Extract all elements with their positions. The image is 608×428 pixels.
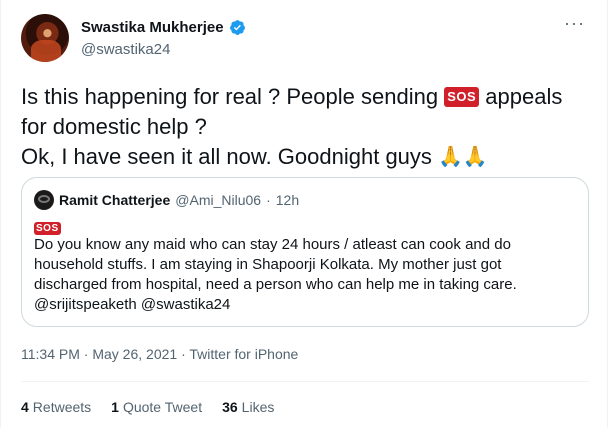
author-name[interactable]: Swastika Mukherjee: [81, 19, 224, 36]
quoted-tweet[interactable]: Ramit Chatterjee @Ami_Nilu06 · 12h SOS D…: [21, 177, 589, 327]
tweet-card: Swastika Mukherjee @swastika24 ··· Is th…: [0, 0, 608, 428]
quoted-sos-emoji-icon: SOS: [34, 222, 61, 235]
verified-badge-icon: [229, 20, 245, 35]
retweets-link[interactable]: 4 Retweets: [21, 399, 91, 415]
meta-separator: ·: [177, 346, 190, 362]
meta-separator: ·: [79, 346, 93, 362]
tweet-text-line1-end: appeals: [479, 84, 563, 109]
author-name-row: Swastika Mukherjee: [81, 19, 246, 36]
more-options-icon[interactable]: ···: [564, 14, 585, 32]
folded-hands-icon: 🙏🙏: [438, 146, 488, 168]
tweet-text-line1-start: Is this happening for real ? People send…: [21, 84, 445, 109]
tweet-metadata: 11:34 PM · May 26, 2021 · Twitter for iP…: [21, 346, 298, 362]
quote-tweets-link[interactable]: 1 Quote Tweet: [111, 399, 202, 415]
quoted-timestamp: 12h: [275, 192, 300, 208]
tweet-text: Is this happening for real ? People send…: [21, 82, 589, 172]
tweet-header: Swastika Mukherjee @swastika24 ···: [21, 12, 589, 68]
quoted-text-line1: Do you know any maid who can stay 24 hou…: [34, 236, 511, 253]
quoted-text-line2: household stuffs. I am staying in Shapoo…: [34, 256, 502, 273]
divider: [21, 381, 589, 382]
tweet-source[interactable]: Twitter for iPhone: [189, 346, 298, 362]
sos-emoji-icon: SOS: [444, 87, 480, 107]
quoted-separator: ·: [266, 192, 271, 208]
quoted-sos-row: SOS: [34, 218, 61, 236]
retweets-label: Retweets: [32, 399, 92, 415]
tweet-date[interactable]: May 26, 2021: [92, 346, 177, 362]
quoted-avatar: [34, 190, 54, 210]
author-handle[interactable]: @swastika24: [81, 41, 170, 58]
quote-tweets-label: Quote Tweet: [122, 399, 203, 415]
tweet-time[interactable]: 11:34 PM: [21, 346, 80, 362]
quoted-tweet-header: Ramit Chatterjee @Ami_Nilu06 · 12h: [34, 190, 299, 210]
engagement-stats: 4 Retweets 1 Quote Tweet 36 Likes: [21, 399, 274, 415]
likes-count: 36: [222, 399, 238, 415]
quoted-text-line4: @srijitspeaketh @swastika24: [34, 296, 231, 313]
quoted-author-name: Ramit Chatterjee: [59, 192, 171, 208]
avatar[interactable]: [21, 14, 69, 62]
quoted-text-line3: discharged from hospital, need a person …: [34, 276, 517, 293]
tweet-text-line2: for domestic help ?: [21, 114, 207, 139]
quoted-author-handle: @Ami_Nilu06: [175, 192, 262, 208]
likes-link[interactable]: 36 Likes: [222, 399, 274, 415]
quote-tweets-count: 1: [111, 399, 119, 415]
likes-label: Likes: [241, 399, 275, 415]
retweets-count: 4: [21, 399, 29, 415]
tweet-text-line3: Ok, I have seen it all now. Goodnight gu…: [21, 144, 439, 169]
quoted-tweet-text: Do you know any maid who can stay 24 hou…: [34, 235, 574, 315]
